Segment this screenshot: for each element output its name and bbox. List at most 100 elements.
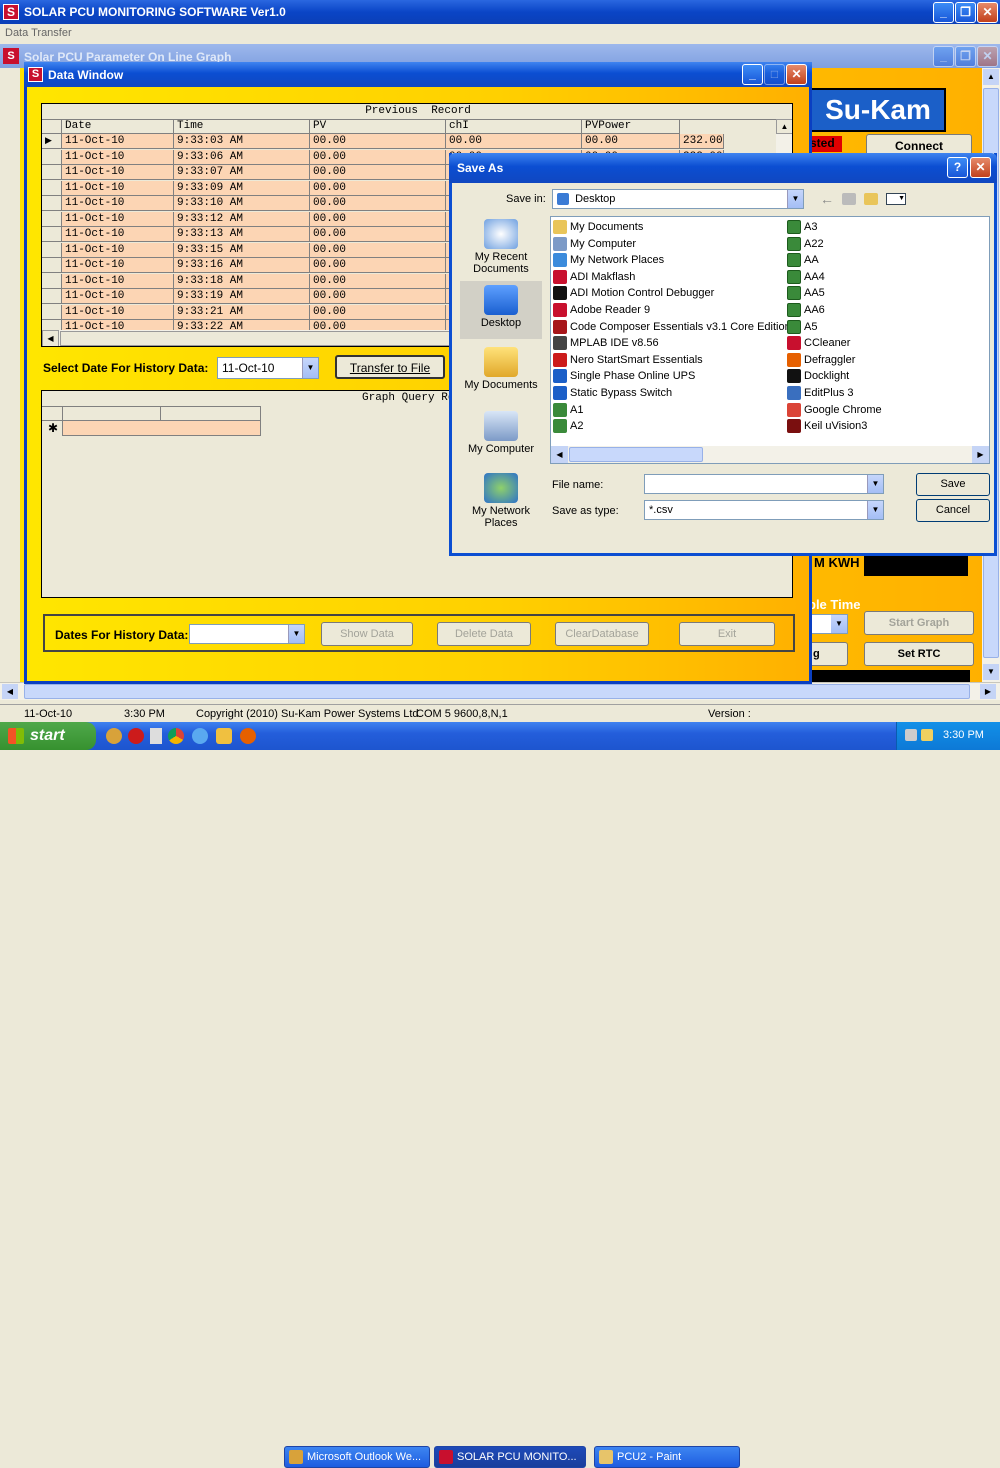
delete-data-button[interactable]: Delete Data bbox=[437, 622, 531, 646]
scroll-right-arrow-icon[interactable]: ▶ bbox=[980, 684, 996, 699]
table-cell[interactable]: 11-Oct-10 bbox=[62, 258, 174, 273]
place-my-computer[interactable]: My Computer bbox=[460, 411, 542, 455]
file-item[interactable]: A1 bbox=[553, 402, 583, 418]
table-cell[interactable]: 11-Oct-10 bbox=[62, 211, 174, 227]
quicklaunch-chrome-icon[interactable] bbox=[168, 728, 184, 744]
vscroll-down-arrow-icon[interactable]: ▼ bbox=[983, 664, 999, 680]
up-folder-icon[interactable] bbox=[842, 193, 856, 205]
dates-history-combo[interactable]: ▼ bbox=[189, 624, 305, 644]
grid-scroll-up-icon[interactable]: ▲ bbox=[776, 119, 792, 134]
minimize-button[interactable]: _ bbox=[933, 2, 954, 23]
tray-icon-1[interactable] bbox=[905, 729, 917, 741]
file-list[interactable]: My Documents My Computer My Network Places… bbox=[550, 216, 990, 464]
start-graph-button[interactable]: Start Graph bbox=[864, 611, 974, 635]
row-selector[interactable] bbox=[42, 289, 62, 304]
file-list-hscrollbar[interactable]: ◀ ▶ bbox=[551, 446, 989, 463]
file-item[interactable]: Adobe Reader 9 bbox=[553, 302, 650, 318]
table-cell[interactable]: 00.00 bbox=[310, 180, 446, 196]
file-item[interactable]: Docklight bbox=[787, 368, 849, 384]
file-scroll-right-icon[interactable]: ▶ bbox=[972, 446, 989, 463]
transfer-to-file-button[interactable]: Transfer to File bbox=[335, 355, 445, 379]
file-scroll-left-icon[interactable]: ◀ bbox=[551, 446, 568, 463]
table-cell[interactable]: 232.00 bbox=[680, 134, 724, 149]
place-recent-documents[interactable]: My Recent Documents bbox=[460, 219, 542, 275]
table-cell[interactable]: 00.00 bbox=[310, 196, 446, 211]
column-header[interactable]: Date bbox=[62, 119, 174, 134]
row-selector[interactable] bbox=[42, 211, 62, 227]
file-item[interactable]: Single Phase Online UPS bbox=[553, 368, 695, 384]
file-scroll-thumb[interactable] bbox=[569, 447, 703, 462]
save-button[interactable]: Save bbox=[916, 473, 990, 496]
table-cell[interactable]: 11-Oct-10 bbox=[62, 273, 174, 289]
table-cell[interactable]: 00.00 bbox=[310, 258, 446, 273]
row-selector[interactable]: ▶ bbox=[42, 134, 62, 149]
row-selector[interactable] bbox=[42, 196, 62, 211]
file-name-input[interactable]: ▼ bbox=[644, 474, 884, 494]
file-item[interactable]: Nero StartSmart Essentials bbox=[553, 352, 703, 368]
table-cell[interactable]: 11-Oct-10 bbox=[62, 165, 174, 180]
new-row-cells[interactable] bbox=[63, 421, 260, 436]
row-selector[interactable] bbox=[42, 242, 62, 258]
table-cell[interactable]: 00.00 bbox=[310, 149, 446, 165]
table-cell[interactable]: 9:33:12 AM bbox=[174, 211, 310, 227]
graph-close-button[interactable]: ✕ bbox=[977, 46, 998, 67]
table-cell[interactable]: 00.00 bbox=[310, 227, 446, 242]
table-cell[interactable]: 00.00 bbox=[310, 165, 446, 180]
graph-hscrollbar[interactable]: ◀ ▶ bbox=[0, 682, 1000, 700]
file-item[interactable]: Keil uVision3 bbox=[787, 418, 867, 434]
column-header[interactable]: PVPower bbox=[582, 119, 680, 134]
file-item[interactable]: ADI Makflash bbox=[553, 269, 635, 285]
task-paint[interactable]: PCU2 - Paint bbox=[594, 1446, 740, 1468]
scroll-thumb[interactable] bbox=[24, 684, 970, 699]
table-cell[interactable]: 00.00 bbox=[310, 134, 446, 149]
table-cell[interactable]: 11-Oct-10 bbox=[62, 196, 174, 211]
data-window-close-button[interactable]: ✕ bbox=[786, 64, 807, 85]
file-item[interactable]: CCleaner bbox=[787, 335, 850, 351]
table-cell[interactable]: 9:33:07 AM bbox=[174, 165, 310, 180]
quicklaunch-device-icon[interactable] bbox=[150, 728, 162, 744]
file-item[interactable]: My Computer bbox=[553, 236, 636, 252]
table-cell[interactable]: 00.00 bbox=[446, 134, 582, 149]
save-in-dropdown-icon[interactable]: ▼ bbox=[787, 190, 803, 208]
save-as-close-button[interactable]: ✕ bbox=[970, 157, 991, 178]
row-selector[interactable] bbox=[42, 304, 62, 320]
table-cell[interactable]: 9:33:16 AM bbox=[174, 258, 310, 273]
row-selector[interactable] bbox=[42, 258, 62, 273]
table-cell[interactable]: 00.00 bbox=[582, 134, 680, 149]
table-cell[interactable]: 11-Oct-10 bbox=[62, 289, 174, 304]
table-cell[interactable]: 00.00 bbox=[310, 273, 446, 289]
place-desktop[interactable]: Desktop bbox=[460, 281, 542, 339]
file-name-dropdown-icon[interactable]: ▼ bbox=[867, 475, 883, 493]
task-outlook[interactable]: Microsoft Outlook We... bbox=[284, 1446, 430, 1468]
file-item[interactable]: A2 bbox=[553, 418, 583, 434]
file-item[interactable]: EditPlus 3 bbox=[787, 385, 854, 401]
file-item[interactable]: Static Bypass Switch bbox=[553, 385, 672, 401]
select-date-dropdown-icon[interactable]: ▼ bbox=[302, 358, 318, 378]
file-item[interactable]: Google Chrome bbox=[787, 402, 882, 418]
file-item[interactable]: My Network Places bbox=[553, 252, 664, 268]
help-button[interactable]: ? bbox=[947, 157, 968, 178]
save-as-type-dropdown-icon[interactable]: ▼ bbox=[867, 501, 883, 519]
place-my-network[interactable]: My Network Places bbox=[460, 473, 542, 529]
dates-history-dropdown-icon[interactable]: ▼ bbox=[288, 625, 304, 643]
row-selector[interactable] bbox=[42, 273, 62, 289]
new-folder-icon[interactable] bbox=[864, 193, 878, 205]
cancel-button[interactable]: Cancel bbox=[916, 499, 990, 522]
row-selector[interactable] bbox=[42, 227, 62, 242]
show-data-button[interactable]: Show Data bbox=[321, 622, 413, 646]
table-cell[interactable]: 9:33:21 AM bbox=[174, 304, 310, 320]
table-cell[interactable]: 00.00 bbox=[310, 289, 446, 304]
grid-scroll-left-icon[interactable]: ◀ bbox=[42, 330, 59, 346]
g-button[interactable]: g bbox=[808, 642, 848, 666]
clear-database-button[interactable]: ClearDatabase bbox=[555, 622, 649, 646]
save-as-type-combo[interactable]: *.csv ▼ bbox=[644, 500, 884, 520]
file-item[interactable]: MPLAB IDE v8.56 bbox=[553, 335, 659, 351]
graph-minimize-button[interactable]: _ bbox=[933, 46, 954, 67]
header-corner[interactable] bbox=[42, 119, 62, 134]
graph-restore-button[interactable]: ❐ bbox=[955, 46, 976, 67]
column-header[interactable]: Time bbox=[174, 119, 310, 134]
menu-data-transfer[interactable]: Data Transfer bbox=[5, 27, 72, 39]
file-item[interactable]: AA bbox=[787, 252, 819, 268]
table-cell[interactable]: 11-Oct-10 bbox=[62, 242, 174, 258]
table-cell[interactable]: 11-Oct-10 bbox=[62, 180, 174, 196]
